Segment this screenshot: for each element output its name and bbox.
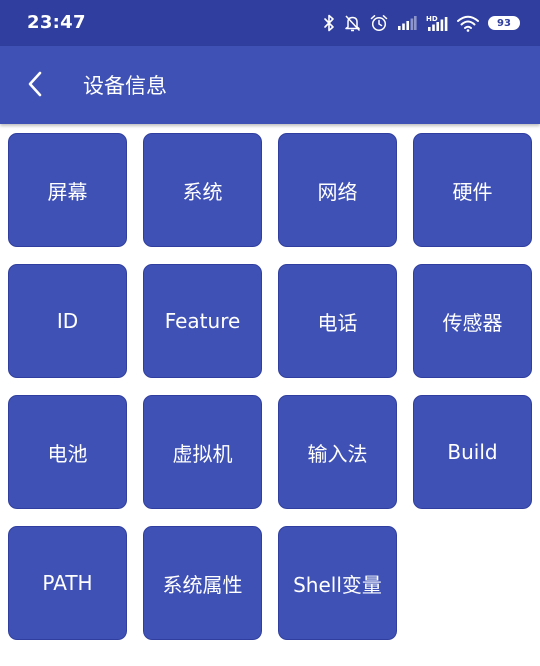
tile-label: ID	[56, 309, 79, 333]
mute-bell-icon	[344, 14, 361, 32]
tile-label: 网络	[317, 179, 358, 204]
info-category-grid: 屏幕 系统 网络 硬件 ID Feature 电话 传感器 电池 虚拟机 输入法…	[8, 133, 534, 640]
tile-label: 硬件	[452, 179, 493, 204]
tile-label: 系统	[182, 179, 223, 204]
tile-label: 电话	[317, 310, 358, 335]
tile-phone[interactable]: 电话	[278, 264, 397, 378]
tile-feature[interactable]: Feature	[143, 264, 262, 378]
hd-signal-icon: HD	[426, 14, 448, 32]
tile-id[interactable]: ID	[8, 264, 127, 378]
tile-network[interactable]: 网络	[278, 133, 397, 247]
tile-label: 电池	[47, 441, 88, 466]
tile-input-method[interactable]: 输入法	[278, 395, 397, 509]
battery-icon: 93	[488, 16, 520, 30]
tile-label: 系统属性	[162, 572, 243, 597]
tile-system[interactable]: 系统	[143, 133, 262, 247]
app-bar: 设备信息	[0, 46, 540, 124]
tile-label: 屏幕	[47, 179, 88, 204]
back-button[interactable]	[16, 66, 56, 106]
tile-sensors[interactable]: 传感器	[413, 264, 532, 378]
status-icons: HD 93	[323, 12, 520, 34]
tile-label: 虚拟机	[172, 441, 233, 466]
tile-label: 传感器	[442, 310, 503, 335]
signal-icon	[397, 15, 417, 31]
tile-battery[interactable]: 电池	[8, 395, 127, 509]
tile-label: Shell变量	[293, 572, 382, 597]
tile-hardware[interactable]: 硬件	[413, 133, 532, 247]
chevron-left-icon	[25, 70, 47, 102]
tile-build[interactable]: Build	[413, 395, 532, 509]
tile-shell-variables[interactable]: Shell变量	[278, 526, 397, 640]
tile-virtual-machine[interactable]: 虚拟机	[143, 395, 262, 509]
tile-screen[interactable]: 屏幕	[8, 133, 127, 247]
tile-label: Build	[447, 440, 498, 464]
tile-label: PATH	[42, 571, 93, 595]
wifi-icon	[457, 15, 479, 32]
tile-label: 输入法	[307, 441, 368, 466]
page-title: 设备信息	[83, 74, 167, 98]
status-time: 23:47	[27, 12, 86, 33]
svg-text:HD: HD	[426, 15, 438, 23]
status-bar: 23:47 HD 93	[0, 0, 540, 46]
alarm-icon	[370, 14, 388, 32]
bluetooth-icon	[323, 14, 335, 32]
tile-label: Feature	[164, 309, 241, 333]
tile-system-properties[interactable]: 系统属性	[143, 526, 262, 640]
tile-path[interactable]: PATH	[8, 526, 127, 640]
